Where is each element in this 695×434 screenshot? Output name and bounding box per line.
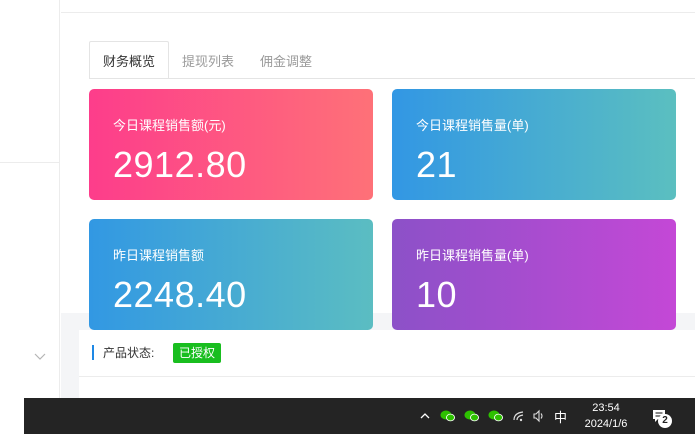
clock-date: 2024/1/6 <box>584 418 628 430</box>
status-accent-bar <box>92 345 94 360</box>
product-status-label: 产品状态: <box>103 346 155 360</box>
tab-withdrawal-list[interactable]: 提现列表 <box>169 41 247 79</box>
stat-card-yesterday-sales-amount: 昨日课程销售额 2248.40 <box>89 219 373 330</box>
stat-value: 10 <box>416 274 458 315</box>
stat-value: 21 <box>416 144 458 185</box>
tab-underline <box>89 78 695 79</box>
tab-commission-adjustment[interactable]: 佣金调整 <box>247 41 325 79</box>
windows-taskbar: 中 23:54 2024/1/6 <box>24 398 695 434</box>
tab-finance-overview[interactable]: 财务概览 <box>89 41 170 79</box>
wechat-icon[interactable] <box>486 398 506 434</box>
speaker-icon[interactable] <box>530 398 548 434</box>
stat-card-today-sales-count: 今日课程销售量(单) 21 <box>392 89 676 200</box>
chevron-down-icon[interactable] <box>33 349 47 363</box>
wechat-icon[interactable] <box>462 398 482 434</box>
sidebar <box>0 0 60 398</box>
stat-label: 今日课程销售量(单) <box>416 118 529 133</box>
app-window: 财务概览 提现列表 佣金调整 今日课程销售额(元) 2912.80 今日课程销售… <box>0 0 695 434</box>
stat-value: 2248.40 <box>113 274 247 315</box>
wechat-icon[interactable] <box>438 398 458 434</box>
notification-count-badge: 2 <box>658 414 672 428</box>
stat-card-yesterday-sales-count: 昨日课程销售量(单) 10 <box>392 219 676 330</box>
stat-card-today-sales-amount: 今日课程销售额(元) 2912.80 <box>89 89 373 200</box>
chevron-up-icon[interactable] <box>416 398 434 434</box>
stat-label: 昨日课程销售额 <box>113 248 205 263</box>
ime-indicator[interactable]: 中 <box>554 407 567 426</box>
wifi-icon[interactable] <box>510 398 528 434</box>
top-bar <box>61 0 695 13</box>
product-status-panel <box>79 330 695 398</box>
tab-bar: 财务概览 提现列表 佣金调整 <box>89 41 325 79</box>
clock-time: 23:54 <box>592 402 620 414</box>
sidebar-divider <box>0 162 60 163</box>
stat-label: 今日课程销售额(元) <box>113 118 226 133</box>
status-badge: 已授权 <box>173 343 222 363</box>
stat-label: 昨日课程销售量(单) <box>416 248 529 263</box>
stat-value: 2912.80 <box>113 144 247 185</box>
status-divider <box>79 376 695 377</box>
taskbar-clock[interactable]: 23:54 2024/1/6 <box>580 400 632 432</box>
